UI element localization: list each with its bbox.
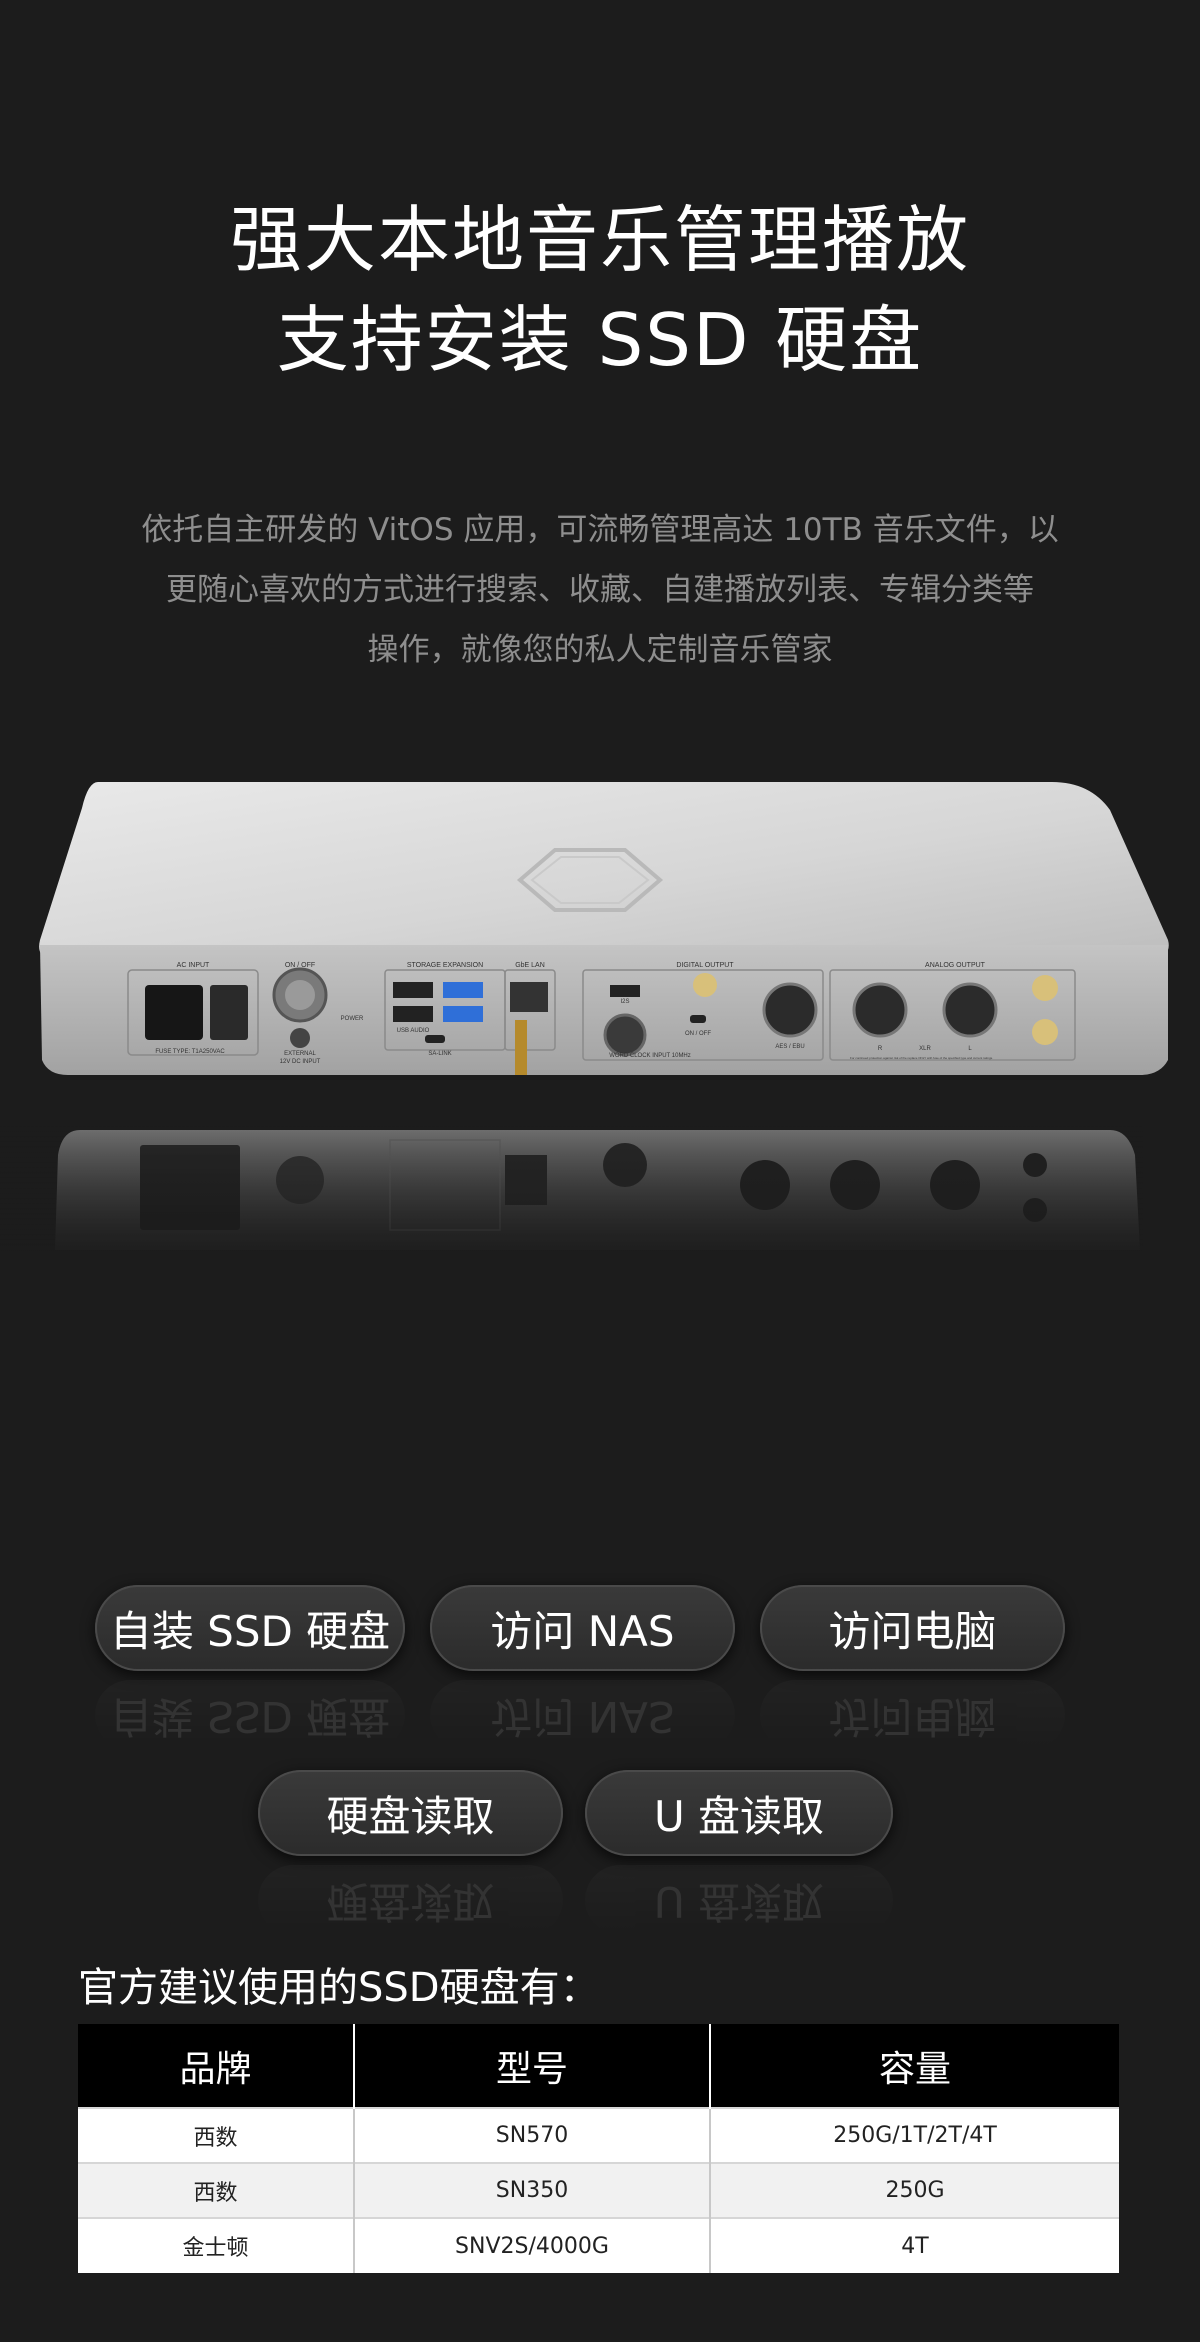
- storage-expansion-label: STORAGE EXPANSION: [407, 962, 483, 969]
- header-capacity: 容量: [710, 2024, 1119, 2108]
- device-reflection: [0, 1125, 1200, 1255]
- on-off-small-label: ON / OFF: [685, 1031, 711, 1037]
- cell-model: SN350: [354, 2162, 711, 2218]
- feature-nas-reflection: 访问 NAS: [430, 1680, 735, 1750]
- description: 依托自主研发的 VitOS 应用，可流畅管理高达 10TB 音乐文件，以 更随心…: [60, 500, 1140, 680]
- table-header-row: 品牌 型号 容量: [78, 2024, 1119, 2108]
- on-off-label: ON / OFF: [285, 962, 315, 969]
- table-row: 金士顿 SNV2S/4000G 4T: [78, 2217, 1119, 2273]
- fuse-label: FUSE TYPE: T1A250VAC: [155, 1049, 225, 1055]
- device-top: [39, 782, 1169, 960]
- description-line-3: 操作，就像您的私人定制音乐管家: [367, 632, 833, 668]
- power-label: POWER: [341, 1016, 364, 1022]
- digital-output-label: DIGITAL OUTPUT: [676, 962, 734, 969]
- feature-ssd: 自装 SSD 硬盘: [95, 1585, 405, 1671]
- feature-nas: 访问 NAS: [430, 1585, 735, 1671]
- warning-label: For continued protection against risk of…: [850, 1056, 993, 1060]
- sa-link-label: SA-LINK: [428, 1051, 451, 1057]
- usb-audio-label: USB AUDIO: [397, 1028, 430, 1034]
- cell-model: SN570: [354, 2107, 711, 2163]
- cell-brand: 金士顿: [78, 2217, 355, 2273]
- i2s-label: I2S: [620, 999, 629, 1005]
- feature-pc-reflection: 访问电脑: [760, 1680, 1065, 1750]
- external-label: EXTERNAL: [284, 1051, 316, 1057]
- feature-pc: 访问电脑: [760, 1585, 1065, 1671]
- headline-line-2: 支持安装 SSD 硬盘: [276, 298, 924, 382]
- table-row: 西数 SN570 250G/1T/2T/4T: [78, 2107, 1119, 2163]
- ssd-section-title: 官方建议使用的SSD硬盘有：: [78, 1965, 600, 2011]
- gbe-lan-label: GbE LAN: [515, 962, 545, 969]
- dc-input-label: 12V DC INPUT: [280, 1059, 321, 1065]
- cell-model: SNV2S/4000G: [354, 2217, 711, 2273]
- ssd-table: 品牌 型号 容量 西数 SN570 250G/1T/2T/4T 西数 SN350…: [78, 2024, 1119, 2273]
- headline-line-1: 强大本地音乐管理播放: [229, 198, 970, 282]
- header-model: 型号: [354, 2024, 711, 2108]
- cell-brand: 西数: [78, 2107, 355, 2163]
- ac-input-label: AC INPUT: [177, 962, 210, 969]
- xlr-label: XLR: [919, 1046, 931, 1052]
- r-label: R: [878, 1046, 883, 1052]
- cell-capacity: 250G/1T/2T/4T: [710, 2107, 1119, 2163]
- cell-capacity: 4T: [710, 2217, 1119, 2273]
- feature-ssd-reflection: 自装 SSD 硬盘: [95, 1680, 405, 1750]
- feature-usb: U 盘读取: [585, 1770, 893, 1856]
- device-image: AC INPUT ON / OFF STORAGE EXPANSION GbE …: [0, 770, 1200, 1490]
- aes-ebu-label: AES / EBU: [775, 1044, 804, 1050]
- description-line-1: 依托自主研发的 VitOS 应用，可流畅管理高达 10TB 音乐文件，以: [141, 512, 1059, 548]
- feature-hdd: 硬盘读取: [258, 1770, 563, 1856]
- cell-capacity: 250G: [710, 2162, 1119, 2218]
- word-clock-label: WORD CLOCK INPUT 10MHz: [609, 1053, 691, 1059]
- analog-output-label: ANALOG OUTPUT: [925, 962, 986, 969]
- feature-usb-reflection: U 盘读取: [585, 1865, 893, 1935]
- headline: 强大本地音乐管理播放 支持安装 SSD 硬盘: [0, 190, 1200, 390]
- table-row: 西数 SN350 250G: [78, 2162, 1119, 2218]
- device-render: AC INPUT ON / OFF STORAGE EXPANSION GbE …: [0, 782, 1200, 1255]
- feature-hdd-reflection: 硬盘读取: [258, 1865, 563, 1935]
- header-brand: 品牌: [78, 2024, 355, 2108]
- description-line-2: 更随心喜欢的方式进行搜索、收藏、自建播放列表、专辑分类等: [166, 572, 1034, 608]
- cell-brand: 西数: [78, 2162, 355, 2218]
